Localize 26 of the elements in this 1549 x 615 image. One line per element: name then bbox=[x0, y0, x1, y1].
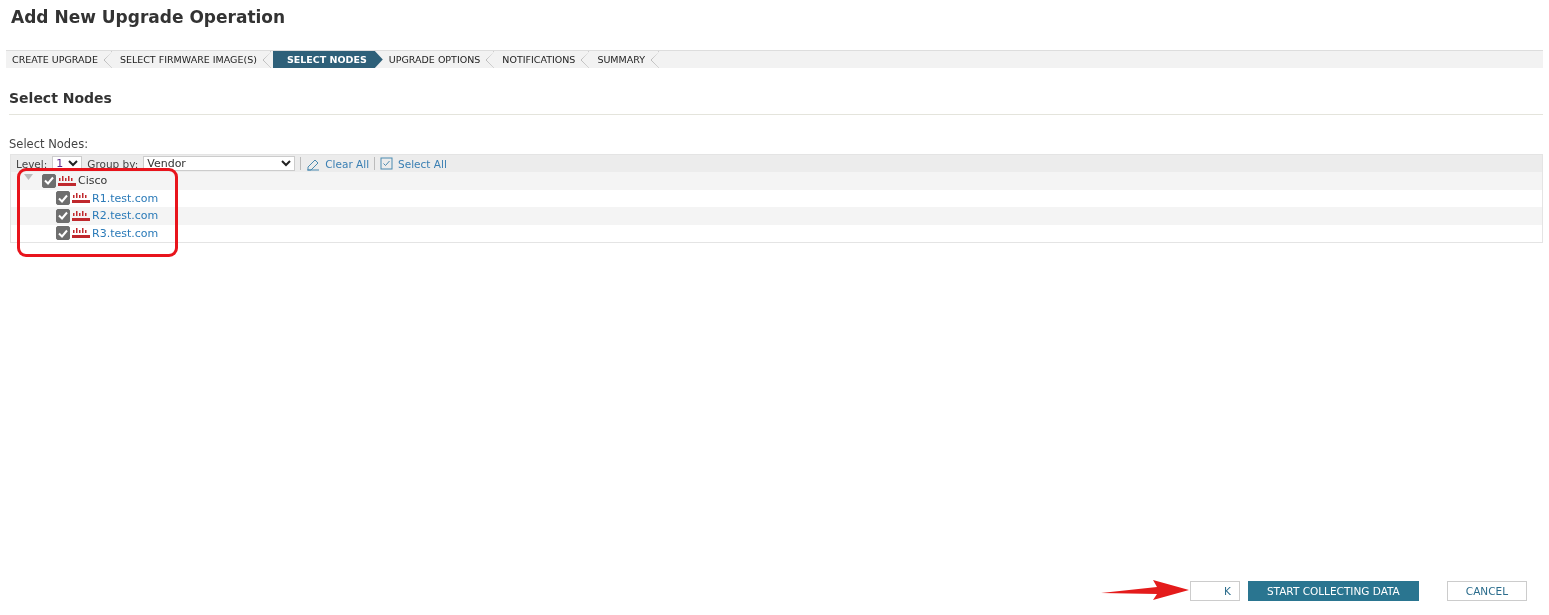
wizard-step[interactable]: SELECT NODES bbox=[272, 51, 383, 68]
page-title: Add New Upgrade Operation bbox=[11, 6, 287, 29]
group-by-dropdown[interactable]: Vendor bbox=[143, 156, 296, 171]
field-label: Select Nodes: bbox=[9, 137, 89, 151]
vendor-logo-icon bbox=[72, 227, 90, 240]
cancel-button[interactable]: CANCEL bbox=[1446, 580, 1527, 601]
checkbox-icon bbox=[380, 157, 394, 170]
checkbox[interactable] bbox=[56, 191, 70, 206]
caret-icon bbox=[281, 160, 292, 167]
checkbox[interactable] bbox=[42, 173, 56, 188]
level-label: Level: bbox=[16, 157, 48, 170]
select-all-link[interactable]: Select All bbox=[398, 157, 447, 170]
node-link[interactable]: R2.test.com bbox=[92, 209, 159, 223]
back-button[interactable]: K bbox=[1189, 581, 1240, 601]
node-link[interactable]: R1.test.com bbox=[92, 191, 159, 205]
vendor-logo-icon bbox=[72, 209, 90, 222]
vendor-logo-icon bbox=[72, 192, 90, 205]
checkbox[interactable] bbox=[56, 226, 70, 241]
caret-icon bbox=[68, 160, 79, 167]
clear-all-link[interactable]: Clear All bbox=[325, 157, 370, 170]
tree-group-label[interactable]: Cisco bbox=[78, 174, 108, 188]
node-link[interactable]: R3.test.com bbox=[92, 226, 159, 240]
checkbox[interactable] bbox=[56, 208, 70, 223]
vendor-logo-icon bbox=[58, 174, 76, 187]
start-collecting-button[interactable]: START COLLECTING DATA bbox=[1247, 580, 1419, 601]
section-title: Select Nodes bbox=[9, 90, 1543, 115]
